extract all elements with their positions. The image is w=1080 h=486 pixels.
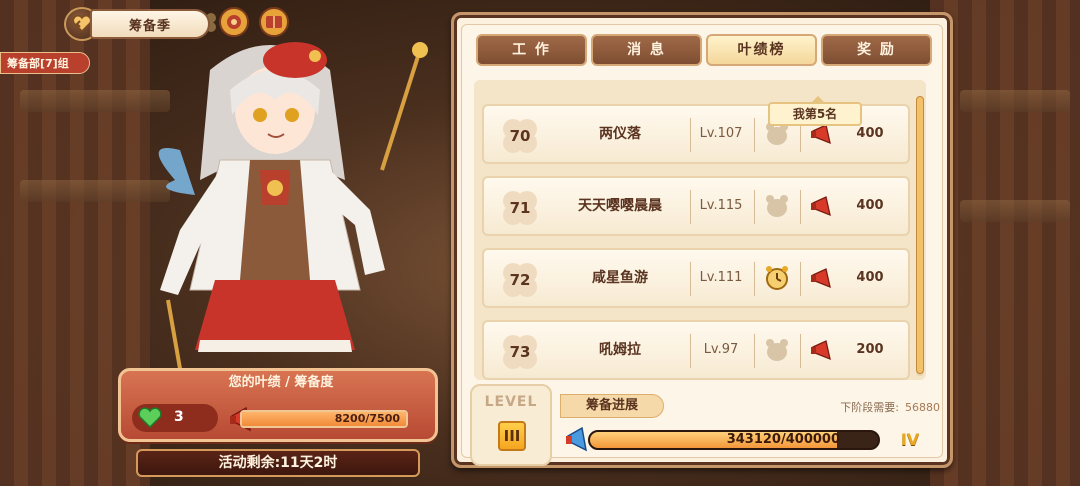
alarm-clock-icon [766, 266, 788, 290]
player-name: 吼姆拉 [599, 342, 641, 358]
horn-icon [811, 340, 831, 361]
hearts-value: 3 [174, 409, 184, 425]
divider [800, 334, 801, 368]
player-level: Lv.97 [703, 342, 739, 357]
bear-icon [766, 339, 788, 361]
rank-number: 71 [509, 199, 531, 217]
balcony [960, 200, 1070, 222]
tab-messages[interactable]: 消 息 [591, 34, 702, 66]
green-heart-icon [138, 407, 162, 429]
level-word: LEVEL [484, 394, 538, 410]
rank-badge: 72 [500, 260, 540, 300]
player-score: 400 [856, 270, 884, 285]
leaderboard-row: 73 吼姆拉 Lv.97 200 [482, 320, 910, 380]
bear-icon [766, 195, 788, 217]
player-level: Lv.111 [699, 270, 743, 285]
tab-work[interactable]: 工 作 [476, 34, 587, 66]
tab-bar: 工 作 消 息 叶绩榜 奖 励 [476, 34, 932, 66]
divider [754, 190, 755, 224]
divider [754, 262, 755, 296]
group-badge: 筹备部[7]组 [0, 52, 90, 74]
stats-progress-text: 8200/7500 [334, 412, 400, 425]
player-level: Lv.107 [699, 126, 743, 141]
rank-badge: 71 [500, 188, 540, 228]
need-label: 下阶段需要: [840, 401, 899, 414]
divider [754, 334, 755, 368]
rank-number: 70 [509, 127, 531, 145]
page-title: 筹备季 [90, 9, 210, 39]
divider [800, 190, 801, 224]
tab-rewards[interactable]: 奖 励 [821, 34, 932, 66]
horn-icon [811, 196, 831, 217]
my-rank-tooltip: 我第5名 [768, 96, 862, 126]
scrollbar-thumb[interactable] [916, 96, 924, 374]
player-level: Lv.115 [699, 198, 743, 213]
next-stage-requirement: 下阶段需要: 56880 [810, 399, 940, 415]
divider [800, 262, 801, 296]
balcony [960, 90, 1070, 112]
hearts-counter: 3 [132, 404, 218, 432]
need-value: 56880 [905, 401, 940, 414]
horn-icon [566, 426, 588, 452]
horn-icon [811, 268, 831, 289]
rank-badge: 70 [500, 116, 540, 156]
prep-progress-label: 筹备进展 [560, 394, 664, 418]
stats-title: 您的叶绩 / 筹备度 [228, 375, 334, 390]
divider [754, 118, 755, 152]
player-name: 两仪落 [599, 126, 641, 142]
tab-leaderboard[interactable]: 叶绩榜 [706, 34, 817, 66]
rank-number: 73 [509, 343, 531, 361]
heart-back-icon [72, 15, 92, 33]
rank-number: 72 [509, 271, 531, 289]
prep-progress-text: 343120/400000 [726, 432, 840, 447]
player-score: 200 [856, 342, 884, 357]
player-score: 400 [856, 198, 884, 213]
current-level: III [498, 421, 526, 451]
player-name: 天天嘤嘤晨晨 [578, 198, 662, 214]
character-illustration [158, 42, 428, 381]
leaderboard-row: 71 天天嘤嘤晨晨 Lv.115 400 [482, 176, 910, 236]
rank-badge: 73 [500, 332, 540, 372]
player-name: 咸星鱼游 [592, 270, 648, 286]
stats-row: 3 8200/7500 [132, 404, 422, 434]
event-timer: 活动剩余:11天2时 [136, 449, 420, 477]
next-level: IV [900, 430, 920, 449]
leaderboard-row: 72 咸星鱼游 Lv.111 400 [482, 248, 910, 308]
